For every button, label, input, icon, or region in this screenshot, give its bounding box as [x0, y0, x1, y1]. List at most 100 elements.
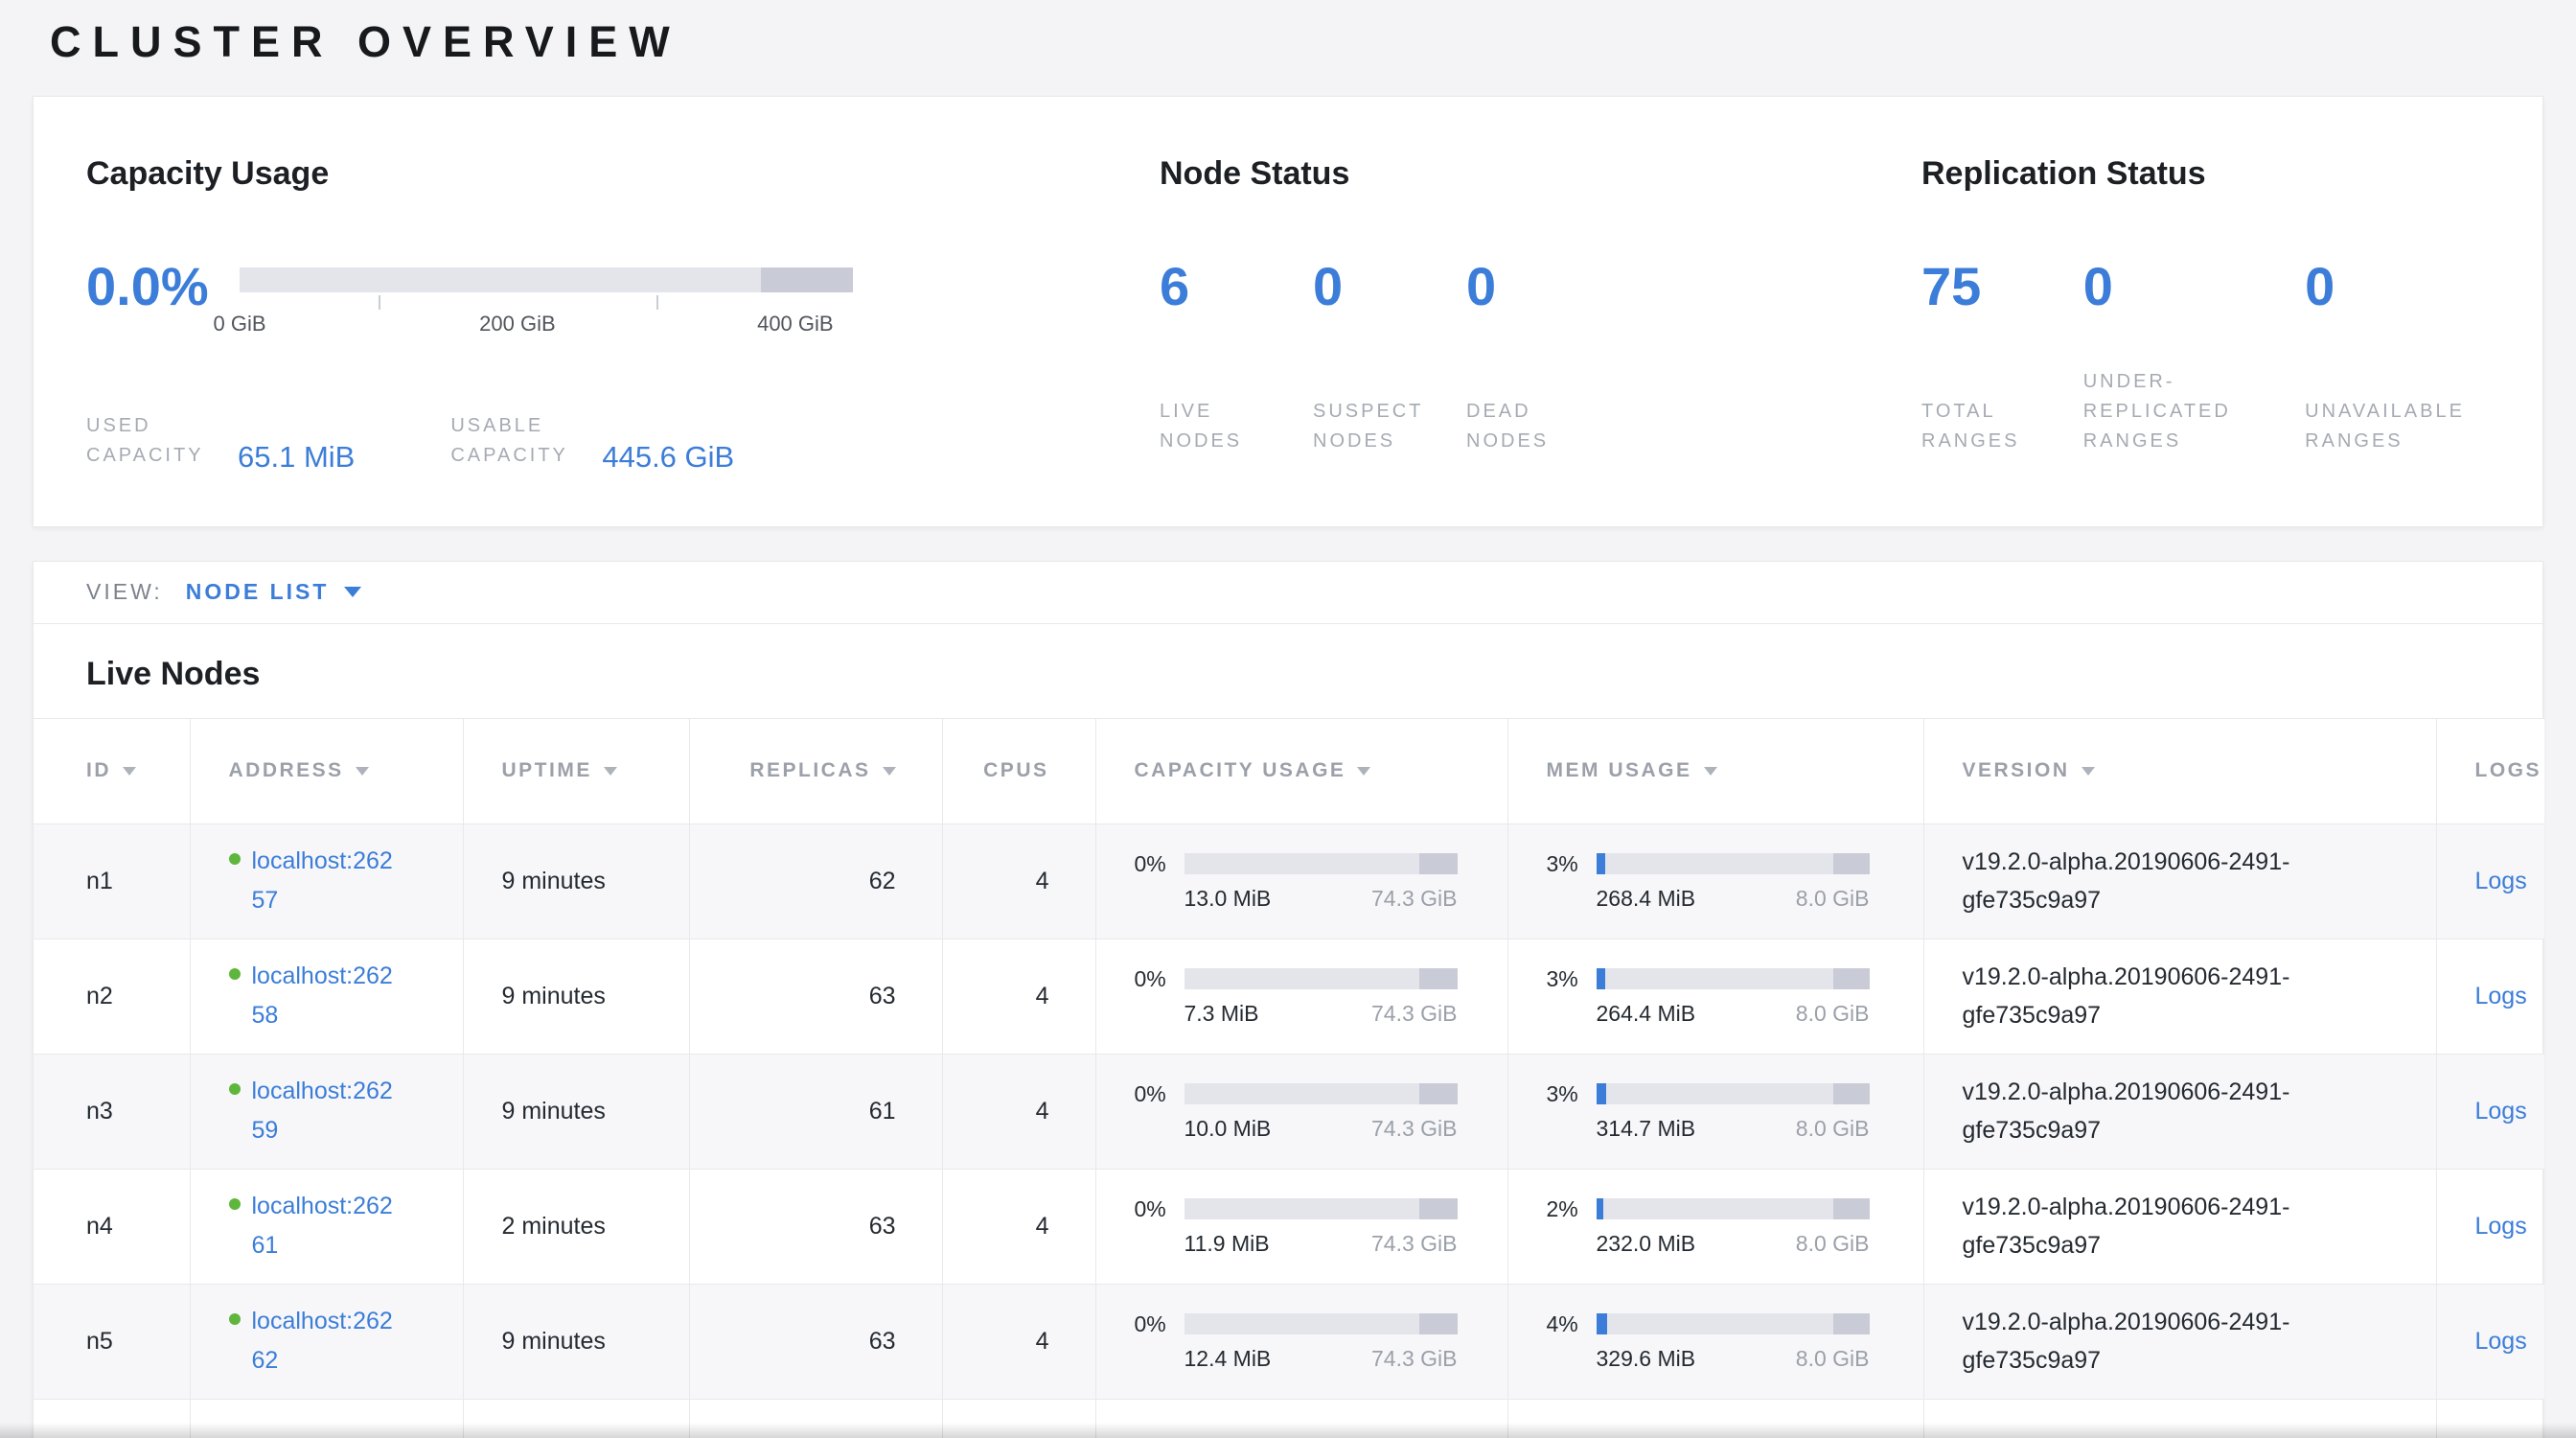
- mem-percent: 3%: [1547, 851, 1597, 877]
- node-table-row: n1 localhost:26257 9 minutes 62 4 0%: [34, 823, 2544, 939]
- capacity-bar-track: [240, 267, 853, 292]
- node-id-cell: n2: [34, 939, 190, 1054]
- capacity-bar-other-segment: [1419, 1083, 1458, 1104]
- node-mem-cell: 3% 314.7 MiB 8.0 GiB: [1507, 1054, 1923, 1169]
- capacity-usage-section: Capacity Usage 0.0% 0 GiB200 GiB400 GiB …: [86, 154, 1160, 526]
- view-bar: VIEW: NODE LIST: [34, 562, 2542, 624]
- node-version-cell: v19.2.0-alpha.20190606-2491-gfe735c9a97: [1923, 939, 2436, 1054]
- node-cpus-cell: 4: [942, 1054, 1095, 1169]
- capacity-total-value: 74.3 GiB: [1371, 1231, 1458, 1257]
- mem-bar-used-segment: [1597, 968, 1605, 989]
- node-id-cell: n5: [34, 1284, 190, 1399]
- node-capacity-cell: 0% 12.4 MiB 74.3 GiB: [1095, 1284, 1507, 1399]
- capacity-usage-bar: [1184, 1198, 1458, 1219]
- unavailable-ranges-count: 0: [2305, 260, 2490, 313]
- used-capacity-label: USED CAPACITY: [86, 411, 220, 471]
- usable-capacity-label: USABLE CAPACITY: [450, 411, 585, 471]
- node-version-cell: v19.2.0-alpha.20190606-2491-gfe735c9a97: [1923, 1284, 2436, 1399]
- sort-caret-icon: [1704, 767, 1717, 776]
- view-selected-value: NODE LIST: [186, 579, 330, 605]
- column-header-id[interactable]: ID: [34, 718, 190, 823]
- used-capacity-stat: USED CAPACITY 65.1 MiB: [86, 411, 355, 471]
- capacity-bar-other-segment: [1419, 968, 1458, 989]
- capacity-stats: USED CAPACITY 65.1 MiB USABLE CAPACITY 4…: [86, 411, 1160, 471]
- mem-bar-other-segment: [1833, 853, 1869, 874]
- view-label: VIEW:: [86, 579, 163, 605]
- replication-status-section: Replication Status 75 TOTAL RANGES 0 UND…: [1921, 154, 2490, 526]
- node-version: v19.2.0-alpha.20190606-2491-gfe735c9a97: [1963, 958, 2375, 1034]
- node-capacity-cell: 0% 7.3 MiB 74.3 GiB: [1095, 939, 1507, 1054]
- logs-link[interactable]: Logs: [2475, 868, 2527, 894]
- used-capacity-value: 65.1 MiB: [238, 440, 355, 475]
- capacity-percent: 0%: [1135, 966, 1184, 992]
- logs-link[interactable]: Logs: [2475, 983, 2527, 1009]
- node-replicas: 63: [869, 1328, 896, 1355]
- node-capacity-cell: 0% 11.9 MiB 74.3 GiB: [1095, 1169, 1507, 1284]
- mem-usage-bar: [1597, 1313, 1870, 1334]
- node-id: n2: [86, 983, 113, 1009]
- mem-total-value: 8.0 GiB: [1796, 1346, 1870, 1372]
- column-header-logs: LOGS: [2436, 718, 2544, 823]
- capacity-used-value: 12.4 MiB: [1184, 1346, 1272, 1372]
- mem-usage-bar: [1597, 853, 1870, 874]
- node-address-link[interactable]: localhost:26259: [252, 1072, 396, 1151]
- column-header-version[interactable]: VERSION: [1923, 718, 2436, 823]
- capacity-bar-other-segment: [1419, 1198, 1458, 1219]
- column-header-label: CPUS: [983, 759, 1048, 781]
- column-header-mem-usage[interactable]: MEM USAGE: [1507, 718, 1923, 823]
- column-header-replicas[interactable]: REPLICAS: [689, 718, 942, 823]
- mem-bar-other-segment: [1833, 1313, 1869, 1334]
- capacity-usage-bar: [1184, 853, 1458, 874]
- axis-tick-label: 0 GiB: [213, 312, 265, 336]
- node-live-status-icon: [229, 853, 241, 865]
- node-address-link[interactable]: localhost:26262: [252, 1302, 396, 1381]
- node-address-cell: localhost:26257: [190, 823, 463, 939]
- column-header-cpus: CPUS: [942, 718, 1095, 823]
- node-uptime: 9 minutes: [502, 1328, 606, 1355]
- node-uptime-cell: 9 minutes: [463, 939, 689, 1054]
- total-ranges-label: TOTAL RANGES: [1921, 397, 2056, 456]
- live-nodes-card: VIEW: NODE LIST Live Nodes IDADDRESSUPTI…: [33, 561, 2543, 1438]
- capacity-bar-chart: 0 GiB200 GiB400 GiB: [240, 267, 853, 336]
- node-uptime-cell: 9 minutes: [463, 1284, 689, 1399]
- node-status-metrics: 6 LIVE NODES 0 SUSPECT NODES 0 DEAD NODE…: [1160, 260, 1921, 456]
- node-live-status-icon: [229, 1083, 241, 1095]
- mem-bar-other-segment: [1833, 968, 1869, 989]
- mem-total-value: 8.0 GiB: [1796, 886, 1870, 912]
- chevron-down-icon: [344, 587, 361, 597]
- column-header-capacity-usage[interactable]: CAPACITY USAGE: [1095, 718, 1507, 823]
- node-address-link[interactable]: localhost:26258: [252, 957, 396, 1036]
- column-header-uptime[interactable]: UPTIME: [463, 718, 689, 823]
- node-cpus: 4: [1036, 983, 1049, 1009]
- column-header-label: CAPACITY USAGE: [1135, 759, 1346, 781]
- mem-bar-other-segment: [1833, 1198, 1869, 1219]
- column-header-address[interactable]: ADDRESS: [190, 718, 463, 823]
- node-logs-cell: Logs: [2436, 1284, 2544, 1399]
- node-uptime: 9 minutes: [502, 868, 606, 894]
- node-uptime-cell: 9 minutes: [463, 1054, 689, 1169]
- capacity-bar-other-segment: [1419, 1313, 1458, 1334]
- node-address-link[interactable]: localhost:26257: [252, 842, 396, 921]
- logs-link[interactable]: Logs: [2475, 1098, 2527, 1125]
- column-header-label: MEM USAGE: [1547, 759, 1692, 781]
- logs-link[interactable]: Logs: [2475, 1213, 2527, 1240]
- node-address-link[interactable]: localhost:26261: [252, 1187, 396, 1266]
- unavailable-ranges-metric: 0 UNAVAILABLE RANGES: [2305, 260, 2490, 456]
- node-address-cell: localhost:26259: [190, 1054, 463, 1169]
- view-selector-dropdown[interactable]: NODE LIST: [186, 579, 362, 605]
- node-mem-cell: 3% 268.4 MiB 8.0 GiB: [1507, 823, 1923, 939]
- live-nodes-header: Live Nodes: [34, 624, 2542, 718]
- node-capacity-cell: 0% 13.0 MiB 74.3 GiB: [1095, 823, 1507, 939]
- mem-used-value: 268.4 MiB: [1597, 886, 1696, 912]
- mem-total-value: 8.0 GiB: [1796, 1001, 1870, 1027]
- logs-link[interactable]: Logs: [2475, 1328, 2527, 1355]
- mem-usage-bar: [1597, 1198, 1870, 1219]
- mem-percent: 2%: [1547, 1196, 1597, 1222]
- node-cpus-cell: 4: [942, 1284, 1095, 1399]
- axis-tick-label: 200 GiB: [479, 312, 556, 336]
- node-status-section: Node Status 6 LIVE NODES 0 SUSPECT NODES…: [1160, 154, 1921, 526]
- node-id-cell: n1: [34, 823, 190, 939]
- node-cpus: 4: [1036, 1328, 1049, 1355]
- node-id: n3: [86, 1098, 113, 1125]
- sort-caret-icon: [883, 767, 896, 776]
